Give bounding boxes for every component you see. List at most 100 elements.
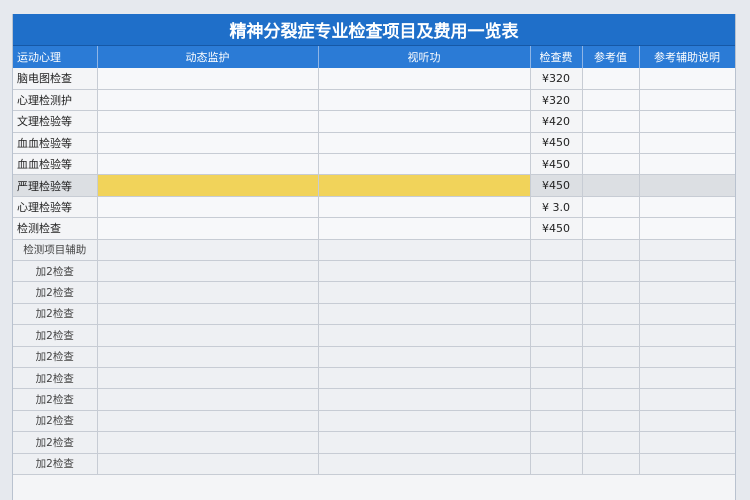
cell-audio[interactable] — [318, 388, 531, 411]
cell-reference[interactable] — [582, 196, 640, 219]
cell-reference[interactable] — [582, 346, 640, 368]
cell-monitor[interactable] — [97, 153, 319, 176]
cell-item-name[interactable]: 严理检验等 — [13, 174, 98, 197]
column-header-item[interactable]: 运动心理 — [13, 46, 98, 68]
cell-fee[interactable]: ¥320 — [530, 89, 583, 112]
cell-notes[interactable] — [639, 217, 735, 240]
cell-monitor[interactable] — [97, 132, 319, 155]
cell-audio[interactable] — [318, 196, 531, 219]
cell-reference[interactable] — [582, 431, 640, 454]
cell-notes[interactable] — [639, 324, 735, 347]
cell-item-name[interactable]: 脑电图检查 — [13, 68, 98, 90]
cell-reference[interactable] — [582, 303, 640, 326]
cell-reference[interactable] — [582, 388, 640, 411]
cell-monitor[interactable] — [97, 453, 319, 475]
cell-reference[interactable] — [582, 89, 640, 112]
cell-reference[interactable] — [582, 153, 640, 176]
cell-reference[interactable] — [582, 453, 640, 475]
cell-fee[interactable] — [530, 346, 583, 368]
cell-item-name[interactable]: 血血检验等 — [13, 153, 98, 176]
cell-monitor[interactable] — [97, 196, 319, 219]
cell-item-name[interactable]: 加2检查 — [13, 260, 98, 283]
cell-reference[interactable] — [582, 217, 640, 240]
cell-monitor[interactable] — [97, 281, 319, 304]
cell-fee[interactable]: ¥ 3.0 — [530, 196, 583, 219]
cell-fee[interactable] — [530, 281, 583, 304]
cell-fee[interactable] — [530, 367, 583, 390]
cell-fee[interactable]: ¥450 — [530, 217, 583, 240]
cell-audio[interactable] — [318, 89, 531, 112]
cell-fee[interactable] — [530, 239, 583, 262]
cell-monitor[interactable] — [97, 303, 319, 326]
cell-monitor[interactable] — [97, 431, 319, 454]
cell-notes[interactable] — [639, 281, 735, 304]
cell-audio[interactable] — [318, 110, 531, 133]
cell-reference[interactable] — [582, 110, 640, 133]
column-header-audio[interactable]: 视听功 — [318, 46, 531, 68]
cell-monitor[interactable] — [97, 410, 319, 433]
cell-fee[interactable]: ¥450 — [530, 174, 583, 197]
cell-fee[interactable]: ¥450 — [530, 132, 583, 155]
cell-item-name[interactable]: 心理检验等 — [13, 196, 98, 219]
cell-audio[interactable] — [318, 281, 531, 304]
cell-monitor[interactable] — [97, 239, 319, 262]
cell-reference[interactable] — [582, 239, 640, 262]
column-header-fee[interactable]: 检查费 — [530, 46, 583, 68]
cell-monitor[interactable] — [97, 68, 319, 90]
cell-reference[interactable] — [582, 281, 640, 304]
cell-item-name[interactable]: 血血检验等 — [13, 132, 98, 155]
cell-notes[interactable] — [639, 453, 735, 475]
cell-reference[interactable] — [582, 410, 640, 433]
cell-audio[interactable] — [318, 410, 531, 433]
cell-notes[interactable] — [639, 89, 735, 112]
cell-audio[interactable] — [318, 324, 531, 347]
cell-audio[interactable] — [318, 68, 531, 90]
cell-notes[interactable] — [639, 346, 735, 368]
cell-audio[interactable] — [318, 132, 531, 155]
cell-item-name[interactable]: 加2检查 — [13, 324, 98, 347]
cell-reference[interactable] — [582, 132, 640, 155]
cell-audio[interactable] — [318, 367, 531, 390]
cell-item-name[interactable]: 加2检查 — [13, 367, 98, 390]
cell-reference[interactable] — [582, 174, 640, 197]
cell-monitor[interactable] — [97, 260, 319, 283]
cell-fee[interactable]: ¥420 — [530, 110, 583, 133]
cell-audio[interactable] — [318, 174, 531, 197]
cell-item-name[interactable]: 心理检测护 — [13, 89, 98, 112]
cell-audio[interactable] — [318, 260, 531, 283]
cell-notes[interactable] — [639, 196, 735, 219]
cell-audio[interactable] — [318, 303, 531, 326]
cell-audio[interactable] — [318, 346, 531, 368]
cell-item-name[interactable]: 加2检查 — [13, 281, 98, 304]
cell-audio[interactable] — [318, 153, 531, 176]
cell-fee[interactable] — [530, 431, 583, 454]
cell-notes[interactable] — [639, 367, 735, 390]
cell-item-name[interactable]: 加2检查 — [13, 453, 98, 475]
cell-fee[interactable] — [530, 388, 583, 411]
column-header-monitor[interactable]: 动态监护 — [97, 46, 319, 68]
cell-notes[interactable] — [639, 153, 735, 176]
cell-audio[interactable] — [318, 431, 531, 454]
cell-fee[interactable] — [530, 410, 583, 433]
cell-item-name[interactable]: 加2检查 — [13, 431, 98, 454]
cell-reference[interactable] — [582, 367, 640, 390]
cell-item-name[interactable]: 加2检查 — [13, 388, 98, 411]
cell-monitor[interactable] — [97, 217, 319, 240]
cell-audio[interactable] — [318, 453, 531, 475]
cell-fee[interactable] — [530, 453, 583, 475]
cell-item-name[interactable]: 检测检查 — [13, 217, 98, 240]
column-header-reference[interactable]: 参考值 — [582, 46, 640, 68]
cell-monitor[interactable] — [97, 110, 319, 133]
cell-reference[interactable] — [582, 260, 640, 283]
cell-monitor[interactable] — [97, 388, 319, 411]
cell-item-name[interactable]: 加2检查 — [13, 346, 98, 368]
cell-item-name[interactable]: 加2检查 — [13, 303, 98, 326]
cell-monitor[interactable] — [97, 174, 319, 197]
cell-notes[interactable] — [639, 239, 735, 262]
cell-fee[interactable]: ¥450 — [530, 153, 583, 176]
cell-notes[interactable] — [639, 132, 735, 155]
cell-notes[interactable] — [639, 260, 735, 283]
cell-item-name[interactable]: 加2检查 — [13, 410, 98, 433]
cell-notes[interactable] — [639, 388, 735, 411]
column-header-notes[interactable]: 参考辅助说明 — [639, 46, 735, 68]
